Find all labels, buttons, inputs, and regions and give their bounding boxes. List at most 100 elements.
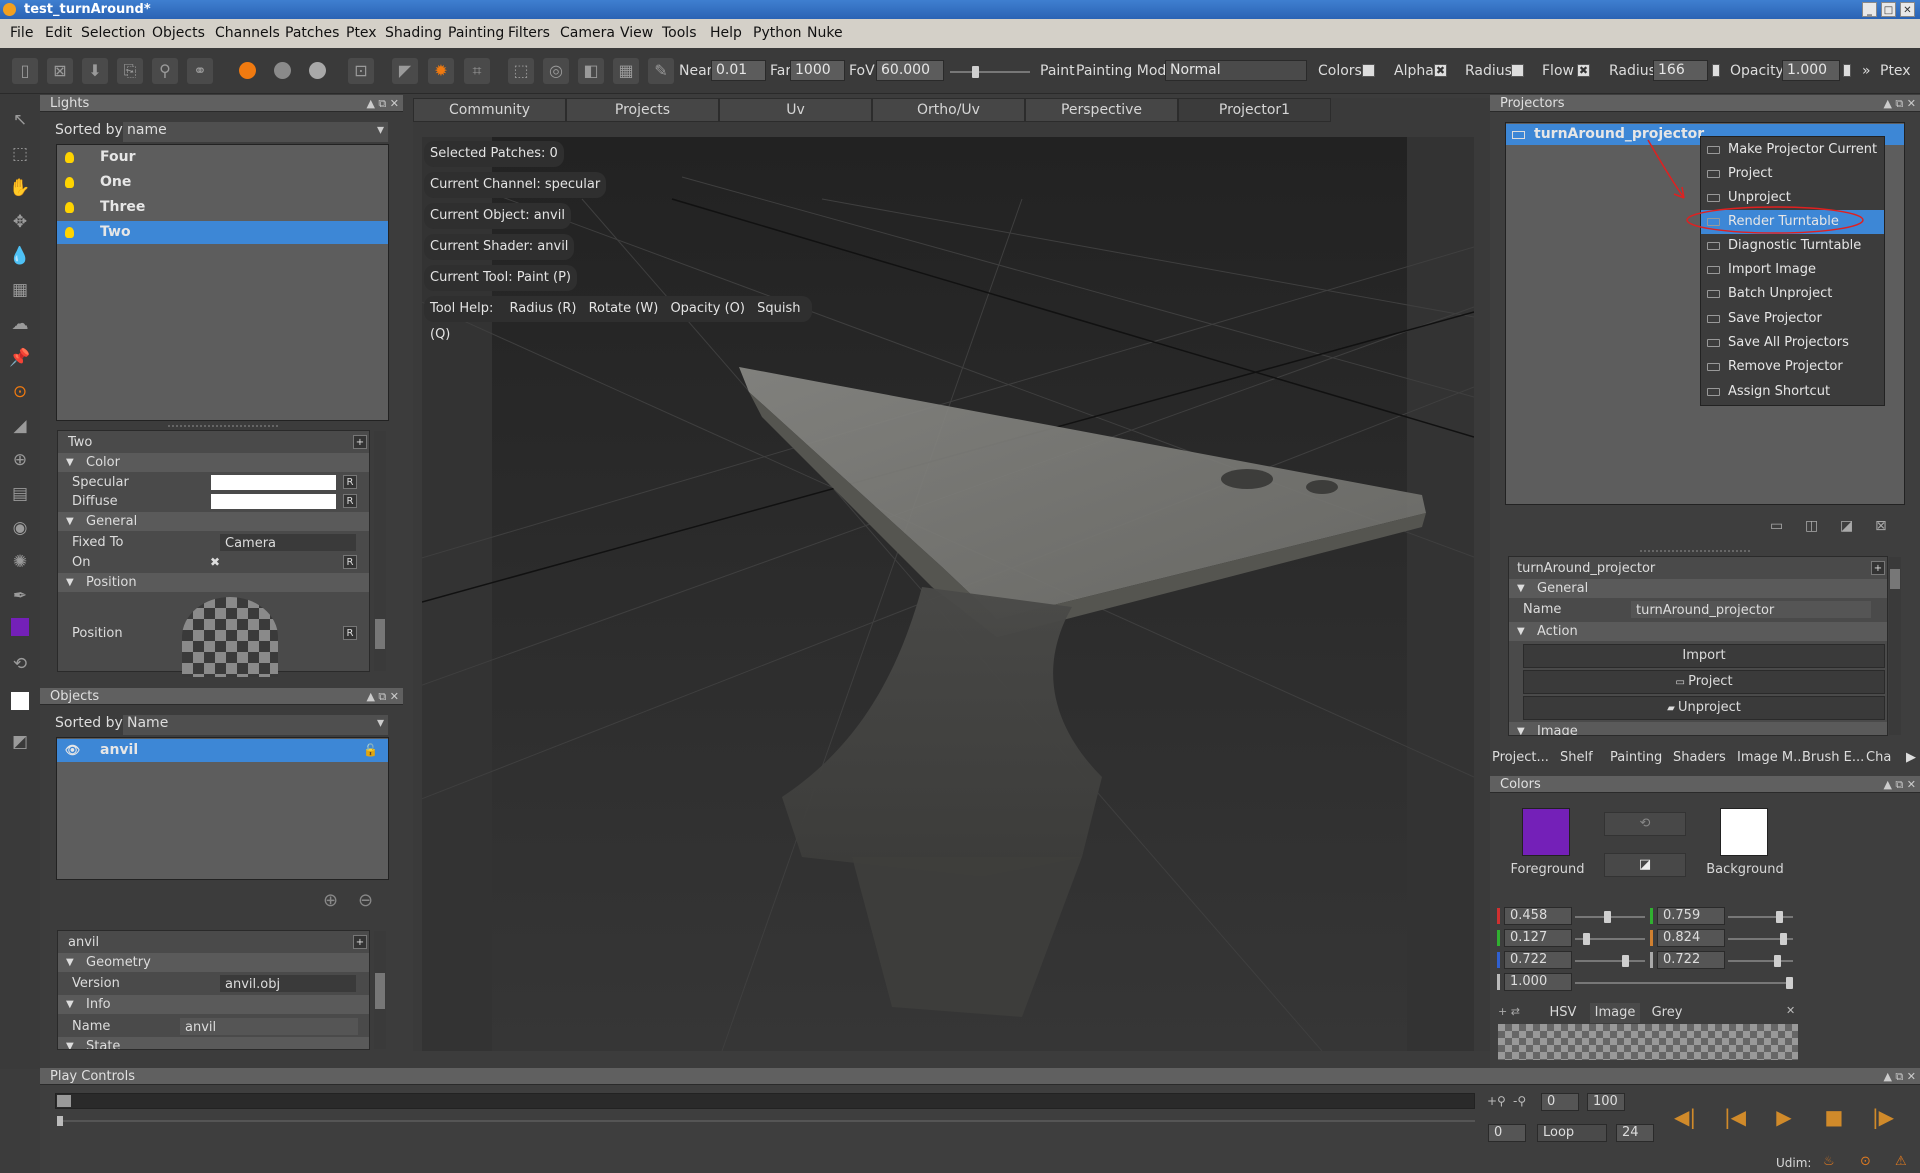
paint-brush-icon[interactable]: ✎ — [648, 58, 674, 84]
reset-button[interactable]: R — [343, 555, 357, 569]
fps-field[interactable]: 24 — [1616, 1124, 1654, 1142]
menu-shading[interactable]: Shading — [385, 25, 442, 41]
menu-selection[interactable]: Selection — [81, 25, 146, 41]
projector-name-field[interactable]: turnAround_projector — [1631, 601, 1871, 618]
add-object-icon[interactable]: ⊕ — [323, 890, 338, 911]
red-slider[interactable] — [1575, 911, 1645, 923]
menu-view[interactable]: View — [620, 25, 653, 41]
far-field[interactable]: 1000 — [790, 60, 845, 81]
panel-controls-icon[interactable]: ▲ ⧉ ✕ — [1883, 95, 1916, 112]
eye-icon[interactable]: 👁 — [65, 739, 80, 762]
brush-active-icon[interactable]: ✹ — [428, 58, 454, 84]
menu-nuke[interactable]: Nuke — [807, 25, 843, 41]
fov-slider[interactable] — [950, 66, 1030, 78]
remove-object-icon[interactable]: ⊖ — [358, 890, 373, 911]
close-icon[interactable]: ✕ — [1900, 2, 1915, 17]
state-section[interactable]: ▼ State — [58, 1037, 369, 1049]
smear-icon[interactable]: ☁ — [8, 312, 32, 336]
target-icon[interactable]: ⊙ — [1860, 1154, 1871, 1169]
range-end-field[interactable]: 100 — [1587, 1093, 1625, 1111]
foreground-swatch[interactable] — [8, 618, 32, 642]
position-sphere-widget[interactable] — [182, 597, 278, 677]
add-icon[interactable]: + — [353, 435, 367, 449]
close-palette-icon[interactable]: ✕ — [1786, 1004, 1795, 1017]
projector-capture-icon[interactable]: ◪ — [1840, 518, 1853, 534]
tab-grey[interactable]: Grey — [1642, 1003, 1692, 1023]
menu-camera[interactable]: Camera — [560, 25, 615, 41]
menu-painting[interactable]: Painting — [448, 25, 504, 41]
share-icon[interactable]: ⚭ — [187, 58, 213, 84]
object-name-field[interactable]: anvil — [180, 1018, 358, 1035]
painting-mode-dropdown[interactable]: Normal — [1165, 60, 1307, 81]
reset-button[interactable]: R — [343, 626, 357, 640]
version-dropdown[interactable]: anvil.obj — [220, 975, 356, 992]
grey-sphere-icon[interactable] — [269, 58, 295, 84]
projector-general-section[interactable]: ▼ General — [1509, 579, 1887, 598]
range-start-field[interactable]: 0 — [1541, 1093, 1579, 1111]
eraser-icon[interactable]: ◢ — [8, 414, 32, 438]
reset-button[interactable]: R — [343, 494, 357, 508]
camera-icon[interactable]: ◎ — [543, 58, 569, 84]
menu-item-make-projector-current[interactable]: Make Projector Current — [1701, 138, 1884, 162]
clone-icon[interactable]: ⊕ — [8, 448, 32, 472]
swap-colors-icon[interactable]: ⟲ — [8, 652, 32, 676]
tab-perspective[interactable]: Perspective — [1025, 98, 1178, 122]
menu-item-remove-projector[interactable]: Remove Projector — [1701, 355, 1884, 379]
radius-slider-handle[interactable] — [1712, 64, 1720, 77]
image-section[interactable]: ▼ Image — [1509, 722, 1887, 735]
menu-objects[interactable]: Objects — [152, 25, 205, 41]
menu-filters[interactable]: Filters — [508, 25, 550, 41]
stop-icon[interactable]: ■ — [1821, 1106, 1847, 1128]
colors-checkbox[interactable] — [1362, 64, 1375, 77]
grid-icon[interactable]: ⌗ — [464, 58, 490, 84]
add-icon[interactable]: + — [353, 935, 367, 949]
tab-project[interactable]: Project... — [1492, 747, 1549, 769]
play-icon[interactable]: ▶ — [1771, 1106, 1797, 1128]
save-icon[interactable]: ⬇ — [82, 58, 108, 84]
action-section[interactable]: ▼ Action — [1509, 622, 1887, 641]
drop-icon[interactable]: 💧 — [8, 244, 32, 268]
splitter-handle[interactable] — [1640, 550, 1750, 552]
image-color-picker[interactable] — [1498, 1024, 1798, 1060]
tab-uv[interactable]: Uv — [719, 98, 872, 122]
green-slider[interactable] — [1575, 933, 1645, 945]
tab-channels[interactable]: Cha — [1866, 747, 1891, 769]
tab-brush-editor[interactable]: Brush E... — [1802, 747, 1864, 769]
current-frame-field[interactable]: 0 — [1488, 1124, 1526, 1142]
move-icon[interactable]: ✥ — [8, 210, 32, 234]
select-arrow-icon[interactable]: ↖ — [8, 108, 32, 132]
list-item-selected[interactable]: 👁 anvil 🔓 — [57, 739, 388, 762]
light-props-scrollbar[interactable] — [374, 431, 386, 671]
objects-sort-dropdown[interactable]: Name — [123, 715, 388, 735]
tab-shaders[interactable]: Shaders — [1673, 747, 1726, 769]
tab-image[interactable]: Image — [1590, 1003, 1640, 1023]
near-field[interactable]: 0.01 — [711, 60, 766, 81]
tab-hsv[interactable]: HSV — [1538, 1003, 1588, 1023]
alpha-checkbox[interactable]: ✖ — [1434, 64, 1447, 77]
udim-icon[interactable]: ♨ — [1823, 1154, 1835, 1169]
opacity-field[interactable]: 1.000 — [1782, 60, 1840, 81]
info-section[interactable]: ▼ Info — [58, 995, 369, 1014]
save-as-icon[interactable]: ⎘ — [117, 58, 143, 84]
arrow-cursor-icon[interactable]: ◤ — [392, 58, 418, 84]
overflow-chevron-icon[interactable]: » — [1862, 63, 1871, 79]
tab-shelf[interactable]: Shelf — [1560, 747, 1593, 769]
geometry-section[interactable]: ▼ Geometry — [58, 953, 369, 972]
delete-projector-icon[interactable]: ⊠ — [1875, 518, 1887, 534]
import-button[interactable]: Import — [1523, 644, 1885, 668]
marquee-select-icon[interactable]: ⬚ — [8, 142, 32, 166]
brightness-value-field[interactable]: 0.722 — [1657, 951, 1725, 969]
color-section[interactable]: ▼ Color — [58, 453, 369, 472]
add-icon[interactable]: + — [1871, 561, 1885, 575]
new-projector-icon[interactable]: ▭ — [1770, 518, 1783, 534]
maximize-icon[interactable]: □ — [1881, 2, 1896, 17]
default-colors-button[interactable]: ◪ — [1604, 853, 1686, 877]
tab-community[interactable]: Community — [413, 98, 566, 122]
lock-icon[interactable]: 🔓 — [363, 739, 378, 762]
menu-python[interactable]: Python — [753, 25, 802, 41]
list-item[interactable]: Three — [57, 196, 388, 219]
timeline-scrubber[interactable] — [57, 1116, 1475, 1126]
red-value-field[interactable]: 0.458 — [1504, 907, 1572, 925]
tab-painting[interactable]: Painting — [1610, 747, 1662, 769]
menu-edit[interactable]: Edit — [45, 25, 72, 41]
